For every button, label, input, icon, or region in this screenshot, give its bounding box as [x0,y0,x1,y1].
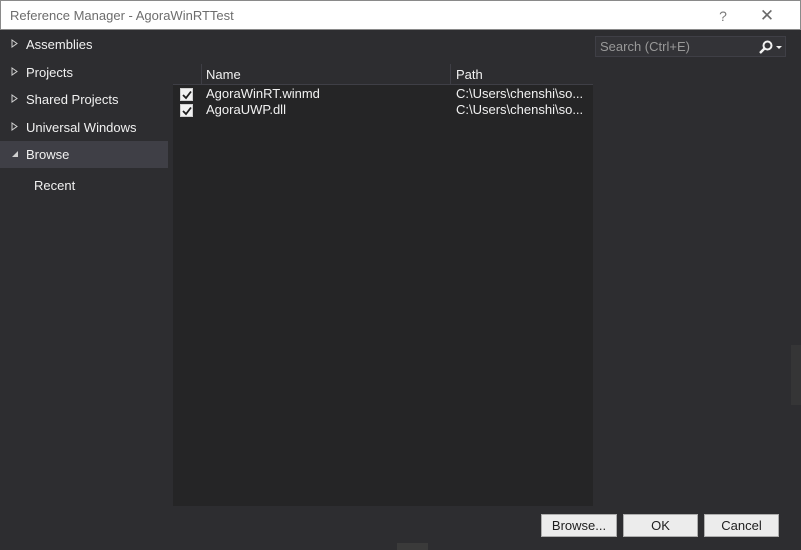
row-path: C:\Users\chenshi\so... [456,102,584,117]
nav-item-label: Shared Projects [26,92,119,107]
row-path: C:\Users\chenshi\so... [456,86,584,101]
nav-item-label: Assemblies [26,37,93,52]
cancel-button[interactable]: Cancel [704,514,779,537]
background-window-edge [397,543,428,550]
nav-item-label: Projects [26,65,73,80]
nav-item-shared-projects[interactable]: Shared Projects [0,86,168,113]
nav-item-label: Universal Windows [26,120,137,135]
nav-item-label: Browse [26,147,70,162]
nav-item-recent[interactable]: Recent [34,178,75,193]
ok-button[interactable]: OK [623,514,698,537]
nav-item-projects[interactable]: Projects [0,59,168,86]
collapse-arrow-icon[interactable] [11,150,25,160]
search-input[interactable] [596,37,754,56]
search-icon[interactable] [758,39,774,55]
search-box [595,36,786,57]
title-bar: Reference Manager - AgoraWinRTTest ? ✕ [0,0,801,30]
row-checkbox[interactable] [180,88,193,101]
nav-item-browse[interactable]: Browse [0,141,168,168]
expand-arrow-icon[interactable] [11,122,25,133]
row-name: AgoraWinRT.winmd [206,86,320,101]
window-title: Reference Manager - AgoraWinRTTest [10,8,234,23]
row-name: AgoraUWP.dll [206,102,286,117]
row-checkbox[interactable] [180,104,193,117]
column-divider[interactable] [450,64,451,85]
checkmark-icon [182,106,192,116]
search-options-chevron-down-icon[interactable] [774,39,784,55]
reference-list: Name Path AgoraWinRT.winmd C:\Users\chen… [173,64,593,506]
expand-arrow-icon[interactable] [11,94,25,105]
reference-manager-dialog: Assemblies Projects Shared Projects Univ… [0,30,801,550]
checkmark-icon [182,90,192,100]
list-header: Name Path [173,64,593,85]
background-window-edge [791,345,801,405]
column-header-name[interactable]: Name [206,67,241,82]
table-row[interactable]: AgoraWinRT.winmd C:\Users\chenshi\so... [173,86,593,102]
left-nav: Assemblies Projects Shared Projects Univ… [0,30,168,508]
table-row[interactable]: AgoraUWP.dll C:\Users\chenshi\so... [173,102,593,118]
expand-arrow-icon[interactable] [11,39,25,50]
help-button[interactable]: ? [714,6,732,26]
column-header-path[interactable]: Path [456,67,483,82]
browse-button[interactable]: Browse... [541,514,617,537]
checkbox-column-header [173,64,202,85]
close-button[interactable]: ✕ [756,6,778,26]
expand-arrow-icon[interactable] [11,67,25,78]
nav-item-assemblies[interactable]: Assemblies [0,31,168,58]
nav-item-universal-windows[interactable]: Universal Windows [0,114,168,141]
